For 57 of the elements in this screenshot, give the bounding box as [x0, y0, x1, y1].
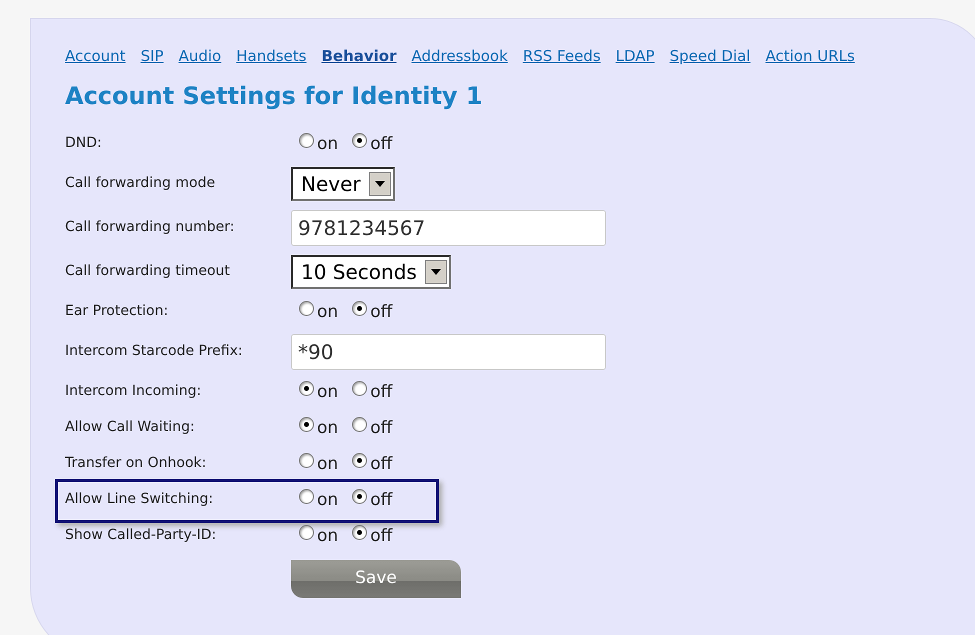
caret-icon	[368, 172, 391, 196]
radio-label: on	[317, 490, 338, 510]
radio-button[interactable]	[352, 133, 368, 148]
nav-link[interactable]: SIP	[140, 45, 164, 68]
nav-link[interactable]: Account	[65, 45, 126, 68]
save-button[interactable]: Save	[291, 560, 461, 598]
field-label: Allow Line Switching:	[65, 490, 214, 509]
radio-button[interactable]	[299, 525, 314, 540]
radio-label: off	[370, 454, 392, 474]
radio-button[interactable]	[352, 301, 368, 316]
radio-button[interactable]	[352, 417, 368, 432]
nav-link[interactable]: Speed Dial	[670, 45, 750, 68]
nav-link[interactable]: Behavior	[321, 45, 396, 68]
nav-link[interactable]: Action URLs	[765, 45, 855, 68]
nav-link[interactable]: RSS Feeds	[522, 45, 601, 68]
radio-label: off	[370, 418, 392, 438]
field-label: Intercom Starcode Prefix:	[65, 342, 244, 361]
field-label: DND:	[65, 134, 103, 153]
radio-button[interactable]	[299, 133, 314, 148]
dropdown[interactable]: Never	[291, 166, 395, 200]
radio-label: on	[317, 134, 338, 154]
nav-link[interactable]: Handsets	[236, 45, 306, 68]
radio-button[interactable]	[352, 381, 368, 396]
input-field[interactable]: 9781234567	[291, 210, 606, 246]
field-label: Call forwarding number:	[65, 218, 236, 237]
nav-link[interactable]: Addressbook	[412, 45, 508, 68]
radio-button[interactable]	[299, 381, 314, 396]
radio-button[interactable]	[352, 453, 368, 468]
radio-label: on	[317, 418, 338, 438]
radio-label: off	[370, 526, 392, 546]
radio-label: off	[370, 134, 392, 154]
field-label: Call forwarding timeout	[65, 262, 231, 281]
nav-link[interactable]: Audio	[178, 45, 222, 68]
caret-icon	[424, 260, 447, 284]
radio-button[interactable]	[299, 417, 314, 432]
field-label: Call forwarding mode	[65, 174, 216, 193]
radio-label: on	[317, 382, 338, 402]
radio-button[interactable]	[299, 489, 314, 504]
field-label: Intercom Incoming:	[65, 382, 202, 401]
radio-label: on	[317, 302, 338, 322]
radio-label: off	[370, 382, 392, 402]
input-field[interactable]: *90	[291, 334, 606, 370]
radio-label: off	[370, 490, 392, 510]
field-label: Show Called-Party-ID:	[65, 526, 218, 545]
radio-button[interactable]	[299, 301, 314, 316]
field-label: Allow Call Waiting:	[65, 418, 196, 437]
radio-label: on	[317, 526, 338, 546]
radio-button[interactable]	[352, 489, 368, 504]
nav-link[interactable]: LDAP	[616, 45, 655, 68]
field-label: Ear Protection:	[65, 302, 170, 321]
page-title: Account Settings for Identity 1	[65, 80, 484, 112]
dropdown[interactable]: 10 Seconds	[291, 254, 451, 288]
field-label: Transfer on Onhook:	[65, 454, 208, 473]
radio-label: on	[317, 454, 338, 474]
radio-button[interactable]	[299, 453, 314, 468]
radio-button[interactable]	[352, 525, 368, 540]
radio-label: off	[370, 302, 392, 322]
